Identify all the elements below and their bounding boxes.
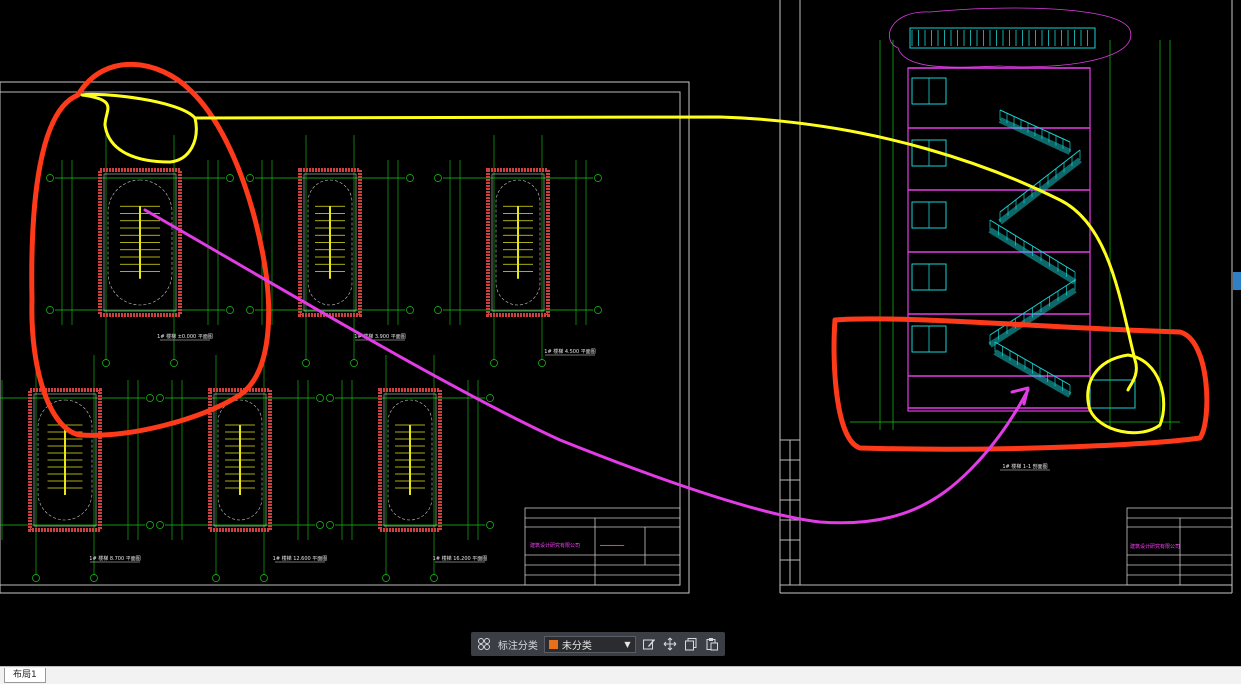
titleblock-company-right: 建筑设计研究有限公司 [1130,543,1180,550]
stair-plans: 1# 楼梯 ±0.000 平面图 1# 楼梯 3.900 平面图 1# 楼梯 4.5… [0,135,602,582]
stair-plan: 1# 楼梯 12.600 平面图 [156,355,328,582]
yellow-loop-left [80,92,198,164]
cad-drawing: 1# 楼梯 ±0.000 平面图 1# 楼梯 3.900 平面图 1# 楼梯 4.5… [0,0,1233,594]
stair-plan: 1# 楼梯 3.900 平面图 [246,135,414,367]
chevron-down-icon: ▼ [624,639,631,649]
plan-label: 1# 楼梯 16.200 平面图 [433,555,488,562]
stair-plan: 1# 楼梯 8.700 平面图 [0,355,154,582]
plan-label: 1# 楼梯 12.600 平面图 [273,555,328,562]
layout-tabbar: 布局1 [0,666,1241,684]
grid-icon[interactable] [477,636,492,652]
side-panel-tab[interactable] [1233,272,1241,290]
stair-plan: 1# 楼梯 ±0.000 平面图 [46,135,234,367]
stair-plan: 1# 楼梯 4.500 平面图 [434,135,602,367]
annotation-toolbar: 标注分类 未分类 ▼ [471,632,725,656]
category-value: 未分类 [561,640,592,652]
stair-plan: 1# 楼梯 16.200 平面图 [326,355,494,582]
right-sheet [779,0,1233,594]
paste-icon[interactable] [704,636,719,652]
plan-label: 1# 楼梯 4.500 平面图 [544,348,595,355]
section-label: 1# 楼梯 1-1 剖面图 [1002,463,1047,470]
yellow-loop-right [1086,353,1166,435]
copy-icon[interactable] [683,636,698,652]
titleblock-company-left: 建筑设计研究有限公司 [530,542,580,549]
move-icon[interactable] [662,636,677,652]
plan-label: 1# 楼梯 8.700 平面图 [89,555,140,562]
magenta-connector [143,208,1030,525]
category-color-swatch [548,639,558,649]
left-sheet [0,81,690,594]
tab-layout-1[interactable]: 布局1 [4,668,46,683]
plan-label: 1# 楼梯 ±0.000 平面图 [157,333,213,340]
svg-text:━━━━━━━━: ━━━━━━━━ [599,543,625,549]
toolbar-label: 标注分类 [497,640,538,652]
category-select[interactable]: 未分类 ▼ [543,635,636,653]
edit-icon[interactable] [642,636,657,652]
stair-section: 1# 楼梯 1-1 剖面图 [850,7,1180,471]
cad-canvas[interactable]: 1# 楼梯 ±0.000 平面图 1# 楼梯 3.900 平面图 1# 楼梯 4.5… [0,0,1241,666]
